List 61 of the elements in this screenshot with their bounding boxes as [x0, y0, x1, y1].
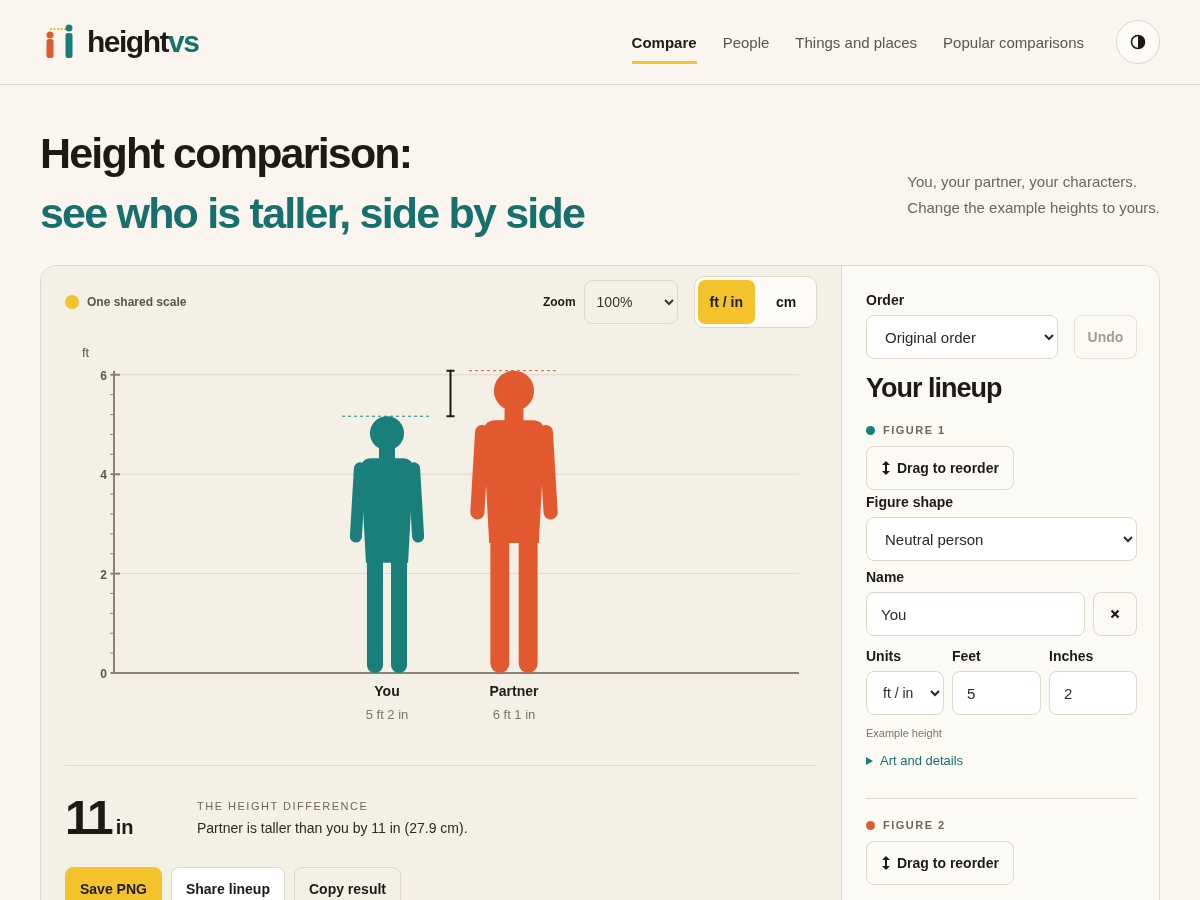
details-toggle[interactable]: Art and details [866, 753, 964, 768]
figure-height: 5 ft 2 in [365, 707, 409, 722]
figure-height: 6 ft 1 in [492, 707, 536, 722]
field-label: Inches [1049, 648, 1095, 664]
difference-unit: in [115, 816, 134, 839]
figure-label: FIGURE 1 [883, 424, 946, 436]
axis-tick-label: 0 [100, 667, 107, 681]
logo-icon [45, 24, 75, 60]
drag-handle-button[interactable]: Drag to reorder [866, 446, 1014, 490]
field-label: Units [866, 648, 902, 664]
nav-link[interactable]: Popular comparisons [943, 23, 1084, 64]
order-select[interactable]: Original order [866, 315, 1058, 359]
person-figure[interactable] [470, 370, 558, 673]
zoom-label: Zoom [542, 295, 576, 309]
person-figure[interactable] [349, 416, 425, 673]
theme-toggle-button[interactable] [1116, 20, 1160, 64]
axis-unit-label: ft [82, 345, 90, 360]
difference-sentence: Partner is taller than you by 11 in (27.9 cm). [197, 819, 468, 836]
logo-wordmark[interactable]: heightvs [87, 25, 199, 59]
hint-text: Example height [866, 727, 943, 739]
difference-value: 11 [65, 790, 112, 845]
action-button[interactable]: Share lineup [170, 867, 285, 900]
inches-input[interactable]: 2 [1049, 671, 1137, 715]
triangle-icon [866, 756, 873, 765]
name-input[interactable]: You [866, 592, 1085, 636]
feet-input[interactable]: 5 [952, 671, 1041, 715]
action-button[interactable]: Save PNG [65, 867, 162, 900]
figure-label: FIGURE 2 [883, 819, 946, 831]
figure-name: Partner [489, 683, 539, 699]
nav-link[interactable]: People [722, 23, 770, 64]
action-button[interactable]: Copy result [293, 867, 401, 900]
shape-select[interactable]: Neutral person [866, 517, 1137, 561]
tagline-text: You, your partner, your characters. [907, 172, 1138, 192]
up-down-arrow-icon [881, 460, 891, 476]
scale-label: One shared scale [87, 295, 187, 309]
status-dot [65, 295, 79, 309]
axis-tick-label: 4 [100, 468, 107, 483]
axis-tick-label: 6 [100, 368, 107, 383]
difference-marker [445, 369, 456, 418]
field-label: Feet [952, 648, 982, 664]
unit-option[interactable]: cm [759, 280, 813, 324]
tagline-text: Change the example heights to yours. [907, 198, 1160, 218]
page-title: Height comparison: [40, 128, 413, 179]
difference-label: THE HEIGHT DIFFERENCE [197, 799, 370, 812]
order-label: Order [866, 292, 906, 308]
drag-handle-button[interactable]: Drag to reorder [866, 841, 1014, 885]
nav-link[interactable]: Compare [631, 23, 697, 64]
field-label: Figure shape [866, 494, 955, 510]
page-subtitle: see who is taller, side by side [40, 188, 585, 239]
nav-link[interactable]: Things and places [795, 23, 918, 64]
units-select[interactable]: ft / in [866, 671, 944, 715]
up-down-arrow-icon [881, 855, 891, 871]
contrast-icon [1130, 34, 1146, 50]
zoom-select[interactable]: 100% [583, 280, 678, 324]
close-icon [1110, 609, 1120, 619]
unit-option[interactable]: ft / in [697, 280, 755, 324]
remove-button[interactable] [1093, 592, 1137, 636]
field-label: Name [866, 569, 906, 585]
lineup-heading: Your lineup [866, 373, 1003, 404]
figure-name: You [374, 683, 400, 699]
axis-tick-label: 2 [100, 567, 107, 582]
